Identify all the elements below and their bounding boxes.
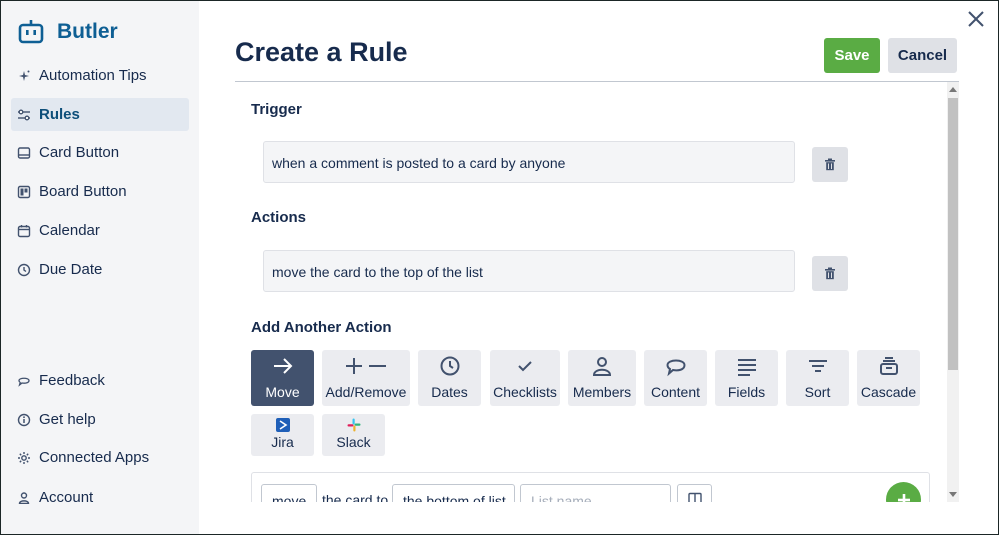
- action-type-move[interactable]: Move: [251, 350, 314, 406]
- board-icon: [17, 185, 31, 199]
- calendar-icon: [17, 224, 31, 238]
- sort-icon: [808, 360, 827, 372]
- board-icon: [687, 492, 702, 502]
- sidebar-item-connected-apps[interactable]: Connected Apps: [11, 441, 189, 474]
- sidebar-footer-space: [1, 504, 199, 534]
- sidebar-item-due-date[interactable]: Due Date: [11, 253, 189, 286]
- add-action-heading: Add Another Action: [251, 319, 392, 336]
- action-type-jira[interactable]: Jira: [251, 414, 314, 456]
- sidebar-item-board-button[interactable]: Board Button: [11, 175, 189, 208]
- sidebar-item-label: Due Date: [39, 261, 103, 278]
- arrow-right-icon: [273, 358, 292, 374]
- butler-robot-icon: [18, 20, 44, 44]
- save-button[interactable]: Save: [824, 38, 880, 73]
- delete-trigger-button[interactable]: [812, 147, 848, 182]
- action-type-sort[interactable]: Sort: [786, 350, 849, 406]
- action-type-cascade[interactable]: Cascade: [857, 350, 920, 406]
- action-type-content[interactable]: Content: [644, 350, 707, 406]
- action-type-fields[interactable]: Fields: [715, 350, 778, 406]
- brand: Butler: [17, 17, 118, 47]
- sidebar-item-automation-tips[interactable]: Automation Tips: [11, 59, 189, 92]
- sidebar-item-rules[interactable]: Rules: [11, 98, 189, 131]
- plus-minus-icon: [346, 358, 386, 374]
- trigger-heading: Trigger: [251, 101, 302, 118]
- builder-text: the card to: [322, 492, 389, 502]
- close-icon[interactable]: [965, 8, 987, 30]
- action-type-checklists[interactable]: Checklists: [490, 350, 560, 406]
- action-type-members[interactable]: Members: [568, 350, 636, 406]
- sidebar-item-label: Connected Apps: [39, 449, 150, 466]
- action-type-dates[interactable]: Dates: [418, 350, 481, 406]
- sidebar-item-label: Board Button: [39, 183, 127, 200]
- trigger-statement[interactable]: when a comment is posted to a card by an…: [263, 141, 795, 183]
- comment-icon: [17, 374, 31, 388]
- trash-icon: [825, 158, 835, 171]
- trash-icon: [825, 267, 835, 280]
- actions-heading: Actions: [251, 209, 307, 226]
- action-builder: move the card to the bottom of list List…: [251, 472, 930, 502]
- lines-icon: [737, 359, 756, 376]
- action-statement[interactable]: move the card to the top of the list: [263, 250, 795, 292]
- sidebar-item-get-help[interactable]: Get help: [11, 403, 189, 436]
- check-icon: [518, 361, 532, 372]
- card-icon: [17, 146, 31, 160]
- list-name-input[interactable]: List name: [520, 484, 671, 502]
- cancel-button[interactable]: Cancel: [888, 38, 957, 73]
- clock-icon: [440, 356, 459, 376]
- sidebar: Butler Automation Tips Rules Card Button…: [1, 1, 199, 534]
- sidebar-item-label: Feedback: [39, 372, 105, 389]
- sidebar-item-calendar[interactable]: Calendar: [11, 214, 189, 247]
- create-rule-modal: Butler Automation Tips Rules Card Button…: [0, 0, 999, 535]
- plus-icon: [897, 493, 910, 502]
- list-picker-button[interactable]: [677, 484, 712, 502]
- sidebar-item-feedback[interactable]: Feedback: [11, 364, 189, 397]
- scroll-down-arrow[interactable]: [949, 492, 957, 497]
- sliders-icon: [17, 108, 31, 122]
- clock-icon: [17, 263, 31, 277]
- info-icon: [17, 413, 31, 427]
- verb-select[interactable]: move: [261, 484, 317, 502]
- action-type-add-remove[interactable]: Add/Remove: [322, 350, 410, 406]
- gear-icon: [17, 451, 31, 465]
- sidebar-item-label: Calendar: [39, 222, 100, 239]
- scroll-up-arrow[interactable]: [949, 87, 957, 92]
- add-action-button[interactable]: [886, 482, 921, 502]
- comment-icon: [665, 359, 686, 377]
- sparkle-icon: [17, 69, 31, 83]
- delete-action-button[interactable]: [812, 256, 848, 291]
- action-type-slack[interactable]: Slack: [322, 414, 385, 456]
- jira-icon: [275, 418, 290, 432]
- slack-icon: [347, 418, 360, 432]
- sidebar-item-label: Get help: [39, 411, 96, 428]
- rule-editor: Trigger when a comment is posted to a ca…: [235, 82, 947, 502]
- person-icon: [592, 357, 612, 376]
- brand-name: Butler: [57, 20, 118, 43]
- sidebar-item-label: Card Button: [39, 144, 120, 161]
- cascade-icon: [879, 357, 898, 375]
- page-title: Create a Rule: [235, 37, 408, 67]
- sidebar-item-card-button[interactable]: Card Button: [11, 136, 189, 169]
- sidebar-item-label: Rules: [39, 106, 80, 123]
- position-select[interactable]: the bottom of list: [392, 484, 515, 502]
- person-icon: [17, 491, 31, 505]
- scrollbar-thumb[interactable]: [948, 98, 958, 370]
- sidebar-item-label: Automation Tips: [39, 67, 147, 84]
